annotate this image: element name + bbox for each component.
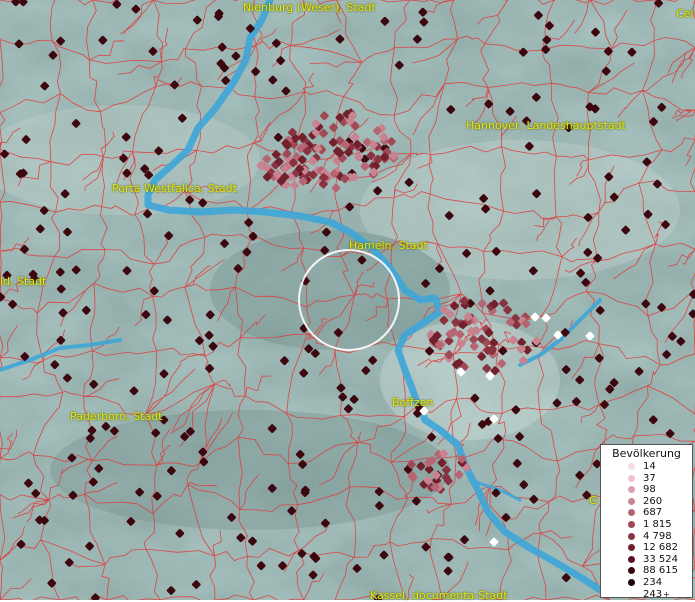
- legend-swatch: [628, 474, 635, 482]
- legend-item: 687: [601, 507, 692, 519]
- legend-label: 4 798: [643, 530, 672, 542]
- legend-swatch: [628, 578, 635, 586]
- legend-swatch: [628, 544, 635, 552]
- city-label-nienburg[interactable]: Nienburg (Weser), Stadt: [243, 1, 376, 14]
- legend-label: 98: [643, 484, 656, 496]
- legend-label: 687: [643, 507, 663, 519]
- legend-suffix: +: [663, 589, 670, 599]
- legend-label: 33 524: [643, 553, 678, 565]
- legend-item: 14: [601, 461, 692, 473]
- legend-label: 37: [643, 472, 656, 484]
- legend-label: 14: [643, 461, 656, 472]
- legend-list: 14 37 98 260 687 1 815 4 798 12 682 33 524 88 615…: [601, 461, 692, 600]
- city-label-porta-westfalica[interactable]: Porta Westfalica, Stadt: [112, 182, 237, 195]
- legend-swatch: [628, 567, 635, 575]
- legend-label: 12 682: [643, 542, 678, 554]
- city-label-g[interactable]: G: [589, 494, 598, 507]
- city-label-paderborn[interactable]: Paderborn, Stadt: [70, 410, 163, 423]
- city-label-boffzen[interactable]: Boffzen: [392, 396, 433, 409]
- legend-item: 12 682: [601, 542, 692, 554]
- legend-swatch: [628, 520, 635, 528]
- map-canvas[interactable]: [0, 0, 695, 600]
- city-label-hameln[interactable]: Hameln, Stadt: [349, 239, 428, 252]
- legend-swatch: [628, 532, 635, 540]
- population-legend: Bevölkerung 14 37 98 260 687 1 815 4 798 12 682…: [600, 444, 693, 600]
- legend-swatch: [628, 463, 635, 470]
- city-label-celle[interactable]: Cel: [676, 7, 694, 20]
- city-label-hannover[interactable]: Hannover, Landeshauptstadt: [466, 119, 626, 132]
- legend-item: 4 798: [601, 531, 692, 543]
- legend-label: 88 615: [643, 565, 678, 577]
- legend-item: 260: [601, 496, 692, 508]
- legend-title: Bevölkerung: [612, 447, 681, 460]
- legend-item: 88 615: [601, 565, 692, 577]
- legend-label: 1 815: [643, 518, 672, 530]
- legend-swatch: [628, 555, 635, 563]
- legend-label: 260: [643, 495, 663, 507]
- legend-item: 37: [601, 473, 692, 485]
- city-label-bielefeld[interactable]: ld, Stadt: [0, 275, 46, 288]
- legend-item: 1 815: [601, 519, 692, 531]
- legend-item: 234 243+: [601, 577, 692, 600]
- legend-swatch: [628, 497, 635, 505]
- legend-swatch: [628, 509, 635, 517]
- city-label-kassel[interactable]: Kassel, documenta-Stadt: [370, 589, 508, 602]
- legend-swatch: [628, 486, 635, 494]
- legend-item: 98: [601, 484, 692, 496]
- legend-item: 33 524: [601, 554, 692, 566]
- legend-label: 234 243: [643, 576, 663, 600]
